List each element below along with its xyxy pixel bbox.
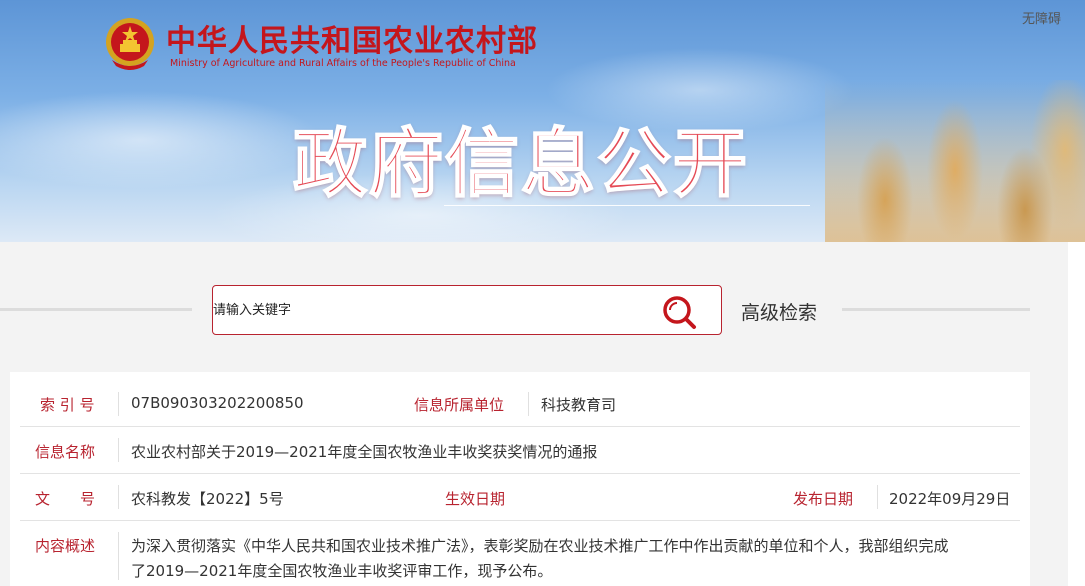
- wheat-decoration: [825, 80, 1085, 242]
- effective-date-label: 生效日期: [445, 490, 506, 508]
- search-divider-left: [0, 308, 192, 311]
- info-table: 索 引 号 07B090303202200850 信息所属单位 科技教育司 信息…: [10, 372, 1030, 586]
- summary-line-1: 为深入贯彻落实《中华人民共和国农业技术推广法》，表彰奖励在农业技术推广工作中作出…: [131, 537, 949, 555]
- index-label: 索 引 号: [40, 396, 95, 414]
- cell-divider: [528, 392, 529, 416]
- org-name-cn: 中华人民共和国农业农村部: [166, 24, 538, 59]
- cell-divider: [877, 485, 878, 509]
- doc-number-value: 农科教发【2022】5号: [131, 490, 284, 508]
- dept-value: 科技教育司: [541, 396, 617, 414]
- accessibility-link[interactable]: 无障碍: [1022, 8, 1061, 27]
- national-emblem-icon: [106, 18, 154, 70]
- title-underline: [444, 205, 810, 206]
- cell-divider: [118, 438, 119, 462]
- cell-divider: [118, 532, 119, 580]
- doc-name-value: 农业农村部关于2019—2021年度全国农牧渔业丰收奖获奖情况的通报: [131, 443, 598, 461]
- table-row: 内容概述 为深入贯彻落实《中华人民共和国农业技术推广法》，表彰奖励在农业技术推广…: [20, 521, 1020, 586]
- table-row: 信息名称 农业农村部关于2019—2021年度全国农牧渔业丰收奖获奖情况的通报: [20, 427, 1020, 474]
- advanced-search-link[interactable]: 高级检索: [741, 298, 817, 325]
- table-row: 索 引 号 07B090303202200850 信息所属单位 科技教育司: [20, 382, 1020, 427]
- table-row: 文 号 农科教发【2022】5号 生效日期 发布日期 2022年09月29日: [20, 474, 1020, 521]
- banner-title: 政府信息公开: [292, 120, 749, 208]
- index-value: 07B090303202200850: [131, 394, 304, 412]
- search-box: [212, 285, 722, 335]
- summary-label: 内容概述: [35, 537, 96, 555]
- org-name-en: Ministry of Agriculture and Rural Affair…: [170, 58, 516, 69]
- publish-date-value: 2022年09月29日: [889, 490, 1011, 508]
- publish-date-label: 发布日期: [793, 490, 854, 508]
- dept-label: 信息所属单位: [414, 396, 505, 414]
- cell-divider: [118, 485, 119, 509]
- search-divider-right: [842, 308, 1030, 311]
- cell-divider: [118, 392, 119, 416]
- search-input[interactable]: [213, 286, 653, 334]
- header-banner: 中华人民共和国农业农村部 Ministry of Agriculture and…: [0, 0, 1085, 242]
- doc-name-label: 信息名称: [35, 443, 96, 461]
- search-icon[interactable]: [660, 294, 700, 330]
- summary-line-2: 了2019—2021年度全国农牧渔业丰收奖评审工作，现予公布。: [131, 562, 553, 580]
- doc-number-label: 文 号: [35, 490, 96, 508]
